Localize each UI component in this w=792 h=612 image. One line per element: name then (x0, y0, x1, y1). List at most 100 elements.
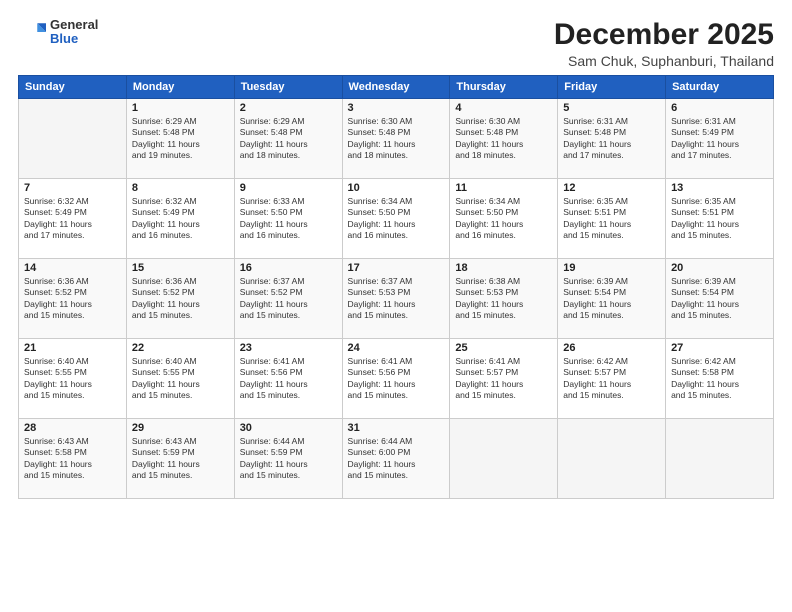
day-number: 20 (671, 262, 768, 274)
day-detail: Sunrise: 6:37 AM Sunset: 5:53 PM Dayligh… (348, 276, 445, 322)
calendar-cell: 9 Sunrise: 6:33 AM Sunset: 5:50 PM Daylig… (234, 179, 342, 259)
day-detail: Sunrise: 6:31 AM Sunset: 5:49 PM Dayligh… (671, 116, 768, 162)
calendar-cell: 24 Sunrise: 6:41 AM Sunset: 5:56 PM Dayli… (342, 339, 450, 419)
day-number: 8 (132, 182, 229, 194)
day-number: 13 (671, 182, 768, 194)
day-detail: Sunrise: 6:43 AM Sunset: 5:58 PM Dayligh… (24, 436, 121, 482)
day-number: 21 (24, 342, 121, 354)
day-detail: Sunrise: 6:32 AM Sunset: 5:49 PM Dayligh… (132, 196, 229, 242)
day-detail: Sunrise: 6:33 AM Sunset: 5:50 PM Dayligh… (240, 196, 337, 242)
calendar-cell (19, 99, 127, 179)
day-number: 27 (671, 342, 768, 354)
day-number: 30 (240, 422, 337, 434)
day-number: 17 (348, 262, 445, 274)
day-detail: Sunrise: 6:42 AM Sunset: 5:57 PM Dayligh… (563, 356, 660, 402)
day-detail: Sunrise: 6:30 AM Sunset: 5:48 PM Dayligh… (455, 116, 552, 162)
calendar-cell: 11 Sunrise: 6:34 AM Sunset: 5:50 PM Dayli… (450, 179, 558, 259)
calendar-cell: 6Sunrise: 6:31 AM Sunset: 5:49 PM Daylig… (666, 99, 774, 179)
day-detail: Sunrise: 6:41 AM Sunset: 5:56 PM Dayligh… (348, 356, 445, 402)
calendar-cell: 20Sunrise: 6:39 AM Sunset: 5:54 PM Dayli… (666, 259, 774, 339)
calendar-table: SundayMondayTuesdayWednesdayThursdayFrid… (18, 75, 774, 499)
calendar-cell: 30 Sunrise: 6:44 AM Sunset: 5:59 PM Dayli… (234, 419, 342, 499)
day-detail: Sunrise: 6:34 AM Sunset: 5:50 PM Dayligh… (348, 196, 445, 242)
calendar-cell: 7 Sunrise: 6:32 AM Sunset: 5:49 PM Daylig… (19, 179, 127, 259)
logo-text: General Blue (50, 18, 98, 47)
calendar-header-friday: Friday (558, 76, 666, 99)
logo: General Blue (18, 18, 98, 47)
day-number: 4 (455, 102, 552, 114)
day-number: 2 (240, 102, 337, 114)
calendar-cell: 27Sunrise: 6:42 AM Sunset: 5:58 PM Dayli… (666, 339, 774, 419)
day-detail: Sunrise: 6:38 AM Sunset: 5:53 PM Dayligh… (455, 276, 552, 322)
calendar-cell: 17 Sunrise: 6:37 AM Sunset: 5:53 PM Dayli… (342, 259, 450, 339)
calendar-cell (558, 419, 666, 499)
day-number: 16 (240, 262, 337, 274)
day-number: 5 (563, 102, 660, 114)
day-detail: Sunrise: 6:35 AM Sunset: 5:51 PM Dayligh… (671, 196, 768, 242)
calendar-week-2: 7 Sunrise: 6:32 AM Sunset: 5:49 PM Daylig… (19, 179, 774, 259)
day-detail: Sunrise: 6:30 AM Sunset: 5:48 PM Dayligh… (348, 116, 445, 162)
calendar-header-monday: Monday (126, 76, 234, 99)
day-number: 3 (348, 102, 445, 114)
day-number: 19 (563, 262, 660, 274)
day-detail: Sunrise: 6:34 AM Sunset: 5:50 PM Dayligh… (455, 196, 552, 242)
calendar-cell: 14Sunrise: 6:36 AM Sunset: 5:52 PM Dayli… (19, 259, 127, 339)
day-detail: Sunrise: 6:29 AM Sunset: 5:48 PM Dayligh… (132, 116, 229, 162)
calendar-cell: 31Sunrise: 6:44 AM Sunset: 6:00 PM Dayli… (342, 419, 450, 499)
day-detail: Sunrise: 6:37 AM Sunset: 5:52 PM Dayligh… (240, 276, 337, 322)
day-number: 9 (240, 182, 337, 194)
day-number: 11 (455, 182, 552, 194)
calendar-cell: 23 Sunrise: 6:41 AM Sunset: 5:56 PM Dayli… (234, 339, 342, 419)
calendar-header-row: SundayMondayTuesdayWednesdayThursdayFrid… (19, 76, 774, 99)
day-detail: Sunrise: 6:39 AM Sunset: 5:54 PM Dayligh… (563, 276, 660, 322)
day-detail: Sunrise: 6:40 AM Sunset: 5:55 PM Dayligh… (132, 356, 229, 402)
calendar-header-saturday: Saturday (666, 76, 774, 99)
day-number: 24 (348, 342, 445, 354)
title-block: December 2025 Sam Chuk, Suphanburi, Thai… (554, 18, 774, 69)
calendar-header-sunday: Sunday (19, 76, 127, 99)
calendar-cell: 8 Sunrise: 6:32 AM Sunset: 5:49 PM Daylig… (126, 179, 234, 259)
calendar-cell: 28Sunrise: 6:43 AM Sunset: 5:58 PM Dayli… (19, 419, 127, 499)
day-detail: Sunrise: 6:44 AM Sunset: 5:59 PM Dayligh… (240, 436, 337, 482)
header: General Blue December 2025 Sam Chuk, Sup… (18, 18, 774, 69)
day-detail: Sunrise: 6:29 AM Sunset: 5:48 PM Dayligh… (240, 116, 337, 162)
day-number: 12 (563, 182, 660, 194)
calendar-header-wednesday: Wednesday (342, 76, 450, 99)
day-number: 23 (240, 342, 337, 354)
day-detail: Sunrise: 6:32 AM Sunset: 5:49 PM Dayligh… (24, 196, 121, 242)
calendar-cell: 13 Sunrise: 6:35 AM Sunset: 5:51 PM Dayli… (666, 179, 774, 259)
calendar-cell (666, 419, 774, 499)
calendar-cell: 19 Sunrise: 6:39 AM Sunset: 5:54 PM Dayli… (558, 259, 666, 339)
calendar-header-tuesday: Tuesday (234, 76, 342, 99)
calendar-cell: 29 Sunrise: 6:43 AM Sunset: 5:59 PM Dayli… (126, 419, 234, 499)
logo-general-text: General (50, 18, 98, 32)
day-number: 10 (348, 182, 445, 194)
calendar-week-4: 21 Sunrise: 6:40 AM Sunset: 5:55 PM Dayli… (19, 339, 774, 419)
day-number: 15 (132, 262, 229, 274)
day-detail: Sunrise: 6:43 AM Sunset: 5:59 PM Dayligh… (132, 436, 229, 482)
subtitle: Sam Chuk, Suphanburi, Thailand (554, 53, 774, 69)
page: General Blue December 2025 Sam Chuk, Sup… (0, 0, 792, 612)
calendar-week-1: 1Sunrise: 6:29 AM Sunset: 5:48 PM Daylig… (19, 99, 774, 179)
calendar-cell: 3 Sunrise: 6:30 AM Sunset: 5:48 PM Daylig… (342, 99, 450, 179)
day-number: 18 (455, 262, 552, 274)
calendar-week-3: 14Sunrise: 6:36 AM Sunset: 5:52 PM Dayli… (19, 259, 774, 339)
calendar-week-5: 28Sunrise: 6:43 AM Sunset: 5:58 PM Dayli… (19, 419, 774, 499)
calendar-header-thursday: Thursday (450, 76, 558, 99)
day-detail: Sunrise: 6:31 AM Sunset: 5:48 PM Dayligh… (563, 116, 660, 162)
calendar-cell: 1Sunrise: 6:29 AM Sunset: 5:48 PM Daylig… (126, 99, 234, 179)
day-detail: Sunrise: 6:36 AM Sunset: 5:52 PM Dayligh… (24, 276, 121, 322)
day-detail: Sunrise: 6:41 AM Sunset: 5:56 PM Dayligh… (240, 356, 337, 402)
day-number: 31 (348, 422, 445, 434)
calendar-cell: 15Sunrise: 6:36 AM Sunset: 5:52 PM Dayli… (126, 259, 234, 339)
calendar-cell: 12Sunrise: 6:35 AM Sunset: 5:51 PM Dayli… (558, 179, 666, 259)
calendar-cell: 2 Sunrise: 6:29 AM Sunset: 5:48 PM Daylig… (234, 99, 342, 179)
calendar-cell: 22 Sunrise: 6:40 AM Sunset: 5:55 PM Dayli… (126, 339, 234, 419)
logo-blue-text: Blue (50, 32, 98, 46)
day-number: 22 (132, 342, 229, 354)
calendar-cell: 18 Sunrise: 6:38 AM Sunset: 5:53 PM Dayli… (450, 259, 558, 339)
day-number: 7 (24, 182, 121, 194)
calendar-cell: 26Sunrise: 6:42 AM Sunset: 5:57 PM Dayli… (558, 339, 666, 419)
calendar-cell: 4 Sunrise: 6:30 AM Sunset: 5:48 PM Daylig… (450, 99, 558, 179)
day-number: 29 (132, 422, 229, 434)
